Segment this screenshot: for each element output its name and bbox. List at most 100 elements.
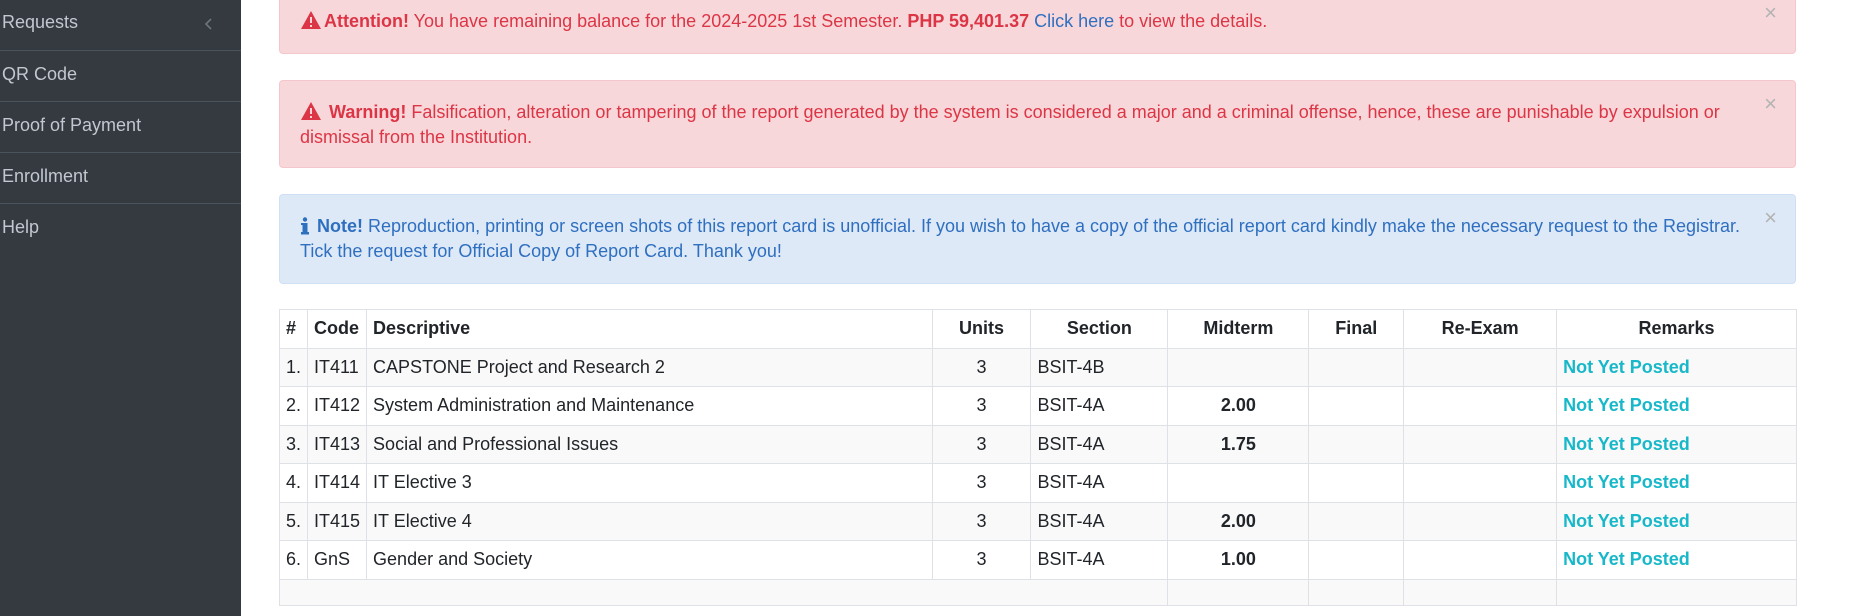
- row-final: [1308, 424, 1405, 464]
- note-text: Reproduction, printing or screen shots o…: [300, 216, 1741, 261]
- row-reexam: [1403, 386, 1558, 426]
- row-descriptive: Gender and Society: [366, 540, 933, 580]
- attention-text: You have remaining balance for the 2024-…: [408, 11, 908, 31]
- row-section: BSIT-4B: [1030, 347, 1169, 387]
- row-units: 3: [931, 386, 1032, 426]
- table-row: 4. IT414 IT Elective 3 3 BSIT-4A Not Yet…: [278, 463, 1797, 503]
- sidebar-item-label: Enrollment: [2, 166, 89, 186]
- row-code: IT412: [307, 386, 368, 426]
- row-remarks: Not Yet Posted: [1556, 501, 1797, 541]
- sidebar-item-proof-of-payment[interactable]: Proof of Payment: [0, 102, 241, 153]
- sidebar-item-help[interactable]: Help: [0, 204, 241, 255]
- table-row: 3. IT413 Social and Professional Issues …: [278, 424, 1797, 464]
- header-final: Final: [1308, 309, 1405, 349]
- warning-title: Warning!: [329, 102, 407, 122]
- sidebar-item-qr-code[interactable]: QR Code: [0, 51, 241, 102]
- row-num: 3.: [278, 424, 309, 464]
- row-descriptive: Social and Professional Issues: [366, 424, 933, 464]
- balance-amount: PHP 59,401.37: [907, 11, 1030, 31]
- row-final: [1308, 386, 1405, 426]
- row-code: IT414: [307, 463, 368, 503]
- row-num: 1.: [278, 347, 309, 387]
- row-reexam: [1403, 347, 1558, 387]
- sidebar: Requests QR Code Proof of Payment Enroll…: [0, 0, 241, 616]
- table-row: 1. IT411 CAPSTONE Project and Research 2…: [278, 347, 1797, 387]
- table-row-empty: [278, 578, 1797, 606]
- header-remarks: Remarks: [1556, 309, 1797, 349]
- row-section: BSIT-4A: [1030, 540, 1169, 580]
- warning-triangle-icon: [301, 11, 321, 29]
- row-code: IT413: [307, 424, 368, 464]
- row-code: GnS: [307, 540, 368, 580]
- row-reexam: [1403, 424, 1558, 464]
- row-midterm: 2.00: [1167, 386, 1310, 426]
- row-remarks: Not Yet Posted: [1556, 424, 1797, 464]
- row-code: IT415: [307, 501, 368, 541]
- header-num: #: [278, 309, 309, 349]
- row-midterm: 1.00: [1167, 540, 1310, 580]
- row-units: 3: [931, 347, 1032, 387]
- row-section: BSIT-4A: [1030, 424, 1169, 464]
- sidebar-item-label: Requests: [2, 12, 79, 32]
- row-section: BSIT-4A: [1030, 386, 1169, 426]
- warning-triangle-icon: [301, 102, 321, 120]
- close-icon[interactable]: ×: [1764, 93, 1777, 115]
- row-section: BSIT-4A: [1030, 463, 1169, 503]
- row-midterm: [1167, 347, 1310, 387]
- row-units: 3: [931, 540, 1032, 580]
- header-units: Units: [931, 309, 1032, 349]
- grades-table: # Code Descriptive Units Section Midterm…: [278, 309, 1797, 606]
- sidebar-item-label: Proof of Payment: [2, 115, 142, 135]
- table-header-row: # Code Descriptive Units Section Midterm…: [278, 309, 1797, 349]
- main-content: Attention! You have remaining balance fo…: [241, 0, 1852, 616]
- row-final: [1308, 347, 1405, 387]
- close-icon[interactable]: ×: [1764, 2, 1777, 24]
- table-row: 6. GnS Gender and Society 3 BSIT-4A 1.00…: [278, 540, 1797, 580]
- row-num: 2.: [278, 386, 309, 426]
- row-descriptive: IT Elective 3: [366, 463, 933, 503]
- row-section: BSIT-4A: [1030, 501, 1169, 541]
- row-remarks: Not Yet Posted: [1556, 463, 1797, 503]
- row-descriptive: System Administration and Maintenance: [366, 386, 933, 426]
- sidebar-item-requests[interactable]: Requests: [0, 0, 241, 51]
- click-here-link[interactable]: Click here: [1029, 11, 1114, 31]
- row-code: IT411: [307, 347, 368, 387]
- row-midterm: 2.00: [1167, 501, 1310, 541]
- close-icon[interactable]: ×: [1764, 207, 1777, 229]
- row-units: 3: [931, 501, 1032, 541]
- table-row: 2. IT412 System Administration and Maint…: [278, 386, 1797, 426]
- row-descriptive: CAPSTONE Project and Research 2: [366, 347, 933, 387]
- row-midterm: [1167, 463, 1310, 503]
- row-final: [1308, 540, 1405, 580]
- warning-text: Falsification, alteration or tampering o…: [300, 102, 1720, 147]
- sidebar-item-label: Help: [2, 217, 40, 237]
- row-remarks: Not Yet Posted: [1556, 540, 1797, 580]
- row-reexam: [1403, 540, 1558, 580]
- row-num: 6.: [278, 540, 309, 580]
- row-num: 5.: [278, 501, 309, 541]
- header-reexam: Re-Exam: [1403, 309, 1558, 349]
- row-final: [1308, 501, 1405, 541]
- header-code: Code: [307, 309, 368, 349]
- sidebar-item-label: QR Code: [2, 64, 78, 84]
- header-descriptive: Descriptive: [366, 309, 933, 349]
- warning-alert: Warning! Falsification, alteration or ta…: [279, 80, 1796, 168]
- scrollbar[interactable]: [1834, 0, 1852, 616]
- header-section: Section: [1030, 309, 1169, 349]
- sidebar-item-enrollment[interactable]: Enrollment: [0, 153, 241, 204]
- attention-title: Attention!: [324, 11, 409, 31]
- info-icon: [301, 217, 309, 235]
- row-units: 3: [931, 424, 1032, 464]
- row-reexam: [1403, 463, 1558, 503]
- row-remarks: Not Yet Posted: [1556, 347, 1797, 387]
- row-midterm: 1.75: [1167, 424, 1310, 464]
- table-row: 5. IT415 IT Elective 4 3 BSIT-4A 2.00 No…: [278, 501, 1797, 541]
- row-num: 4.: [278, 463, 309, 503]
- header-midterm: Midterm: [1167, 309, 1310, 349]
- row-reexam: [1403, 501, 1558, 541]
- chevron-left-icon: [204, 18, 212, 30]
- note-alert: Note! Reproduction, printing or screen s…: [279, 194, 1796, 284]
- row-remarks: Not Yet Posted: [1556, 386, 1797, 426]
- row-final: [1308, 463, 1405, 503]
- attention-alert: Attention! You have remaining balance fo…: [279, 0, 1796, 54]
